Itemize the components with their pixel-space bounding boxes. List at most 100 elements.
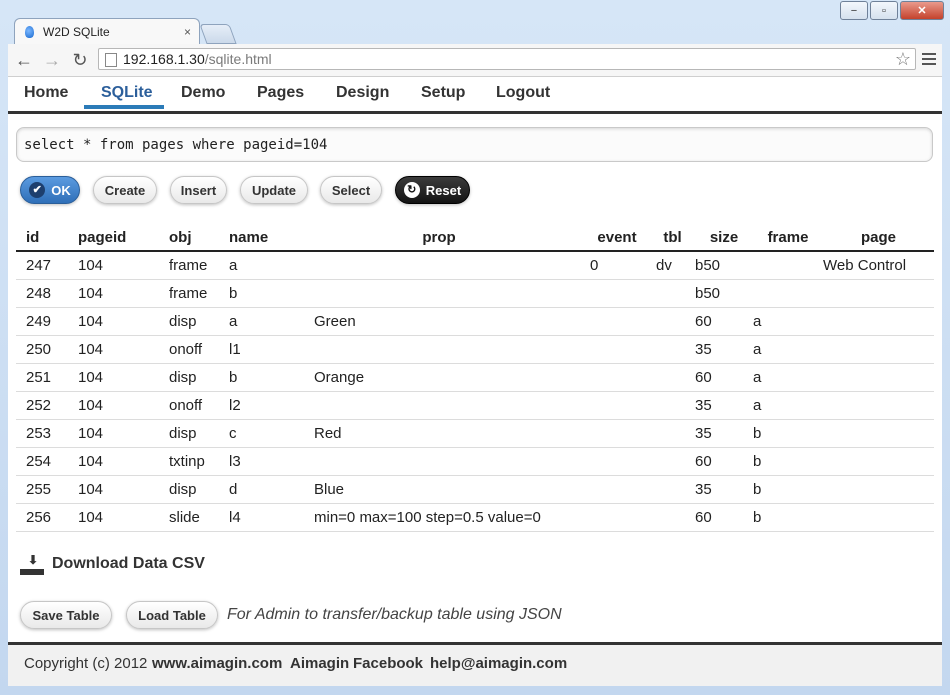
- col-header-event[interactable]: event: [584, 224, 650, 252]
- cell-event: [584, 335, 650, 364]
- cell-tbl: dv: [650, 251, 695, 280]
- create-button[interactable]: Create: [93, 176, 157, 204]
- cell-frame: a: [753, 363, 823, 392]
- col-header-pageid[interactable]: pageid: [78, 224, 156, 252]
- check-icon: ✔: [29, 182, 46, 198]
- tab-title: W2D SQLite: [43, 24, 110, 39]
- cell-name: c: [224, 419, 294, 448]
- cell-name: a: [224, 307, 294, 336]
- cell-tbl: [650, 279, 695, 308]
- cell-pageid: 104: [78, 279, 156, 308]
- cell-frame: a: [753, 307, 823, 336]
- maximize-button[interactable]: ▫: [870, 1, 898, 20]
- cell-frame: a: [753, 335, 823, 364]
- close-window-button[interactable]: ✕: [900, 1, 944, 20]
- cell-frame: b: [753, 475, 823, 504]
- table-row[interactable]: 249 104 disp a Green 60 a: [16, 307, 934, 336]
- refresh-icon: ↻: [403, 182, 420, 198]
- select-button[interactable]: Select: [320, 176, 382, 204]
- cell-prop: Blue: [294, 475, 584, 504]
- cell-id: 256: [16, 503, 78, 532]
- favicon-icon: [23, 25, 37, 39]
- table-row[interactable]: 247 104 frame a 0 dv b50 Web Control: [16, 251, 934, 280]
- sql-query-input[interactable]: select * from pages where pageid=104: [16, 127, 933, 162]
- nav-home[interactable]: Home: [24, 84, 68, 102]
- footer-site-link[interactable]: www.aimagin.com: [152, 655, 282, 672]
- cell-tbl: [650, 419, 695, 448]
- ok-button[interactable]: ✔ OK: [20, 176, 80, 204]
- cell-prop: [294, 447, 584, 476]
- cell-tbl: [650, 447, 695, 476]
- cell-id: 250: [16, 335, 78, 364]
- cell-id: 247: [16, 251, 78, 280]
- col-header-frame[interactable]: frame: [753, 224, 823, 252]
- col-header-prop[interactable]: prop: [294, 224, 584, 252]
- cell-tbl: [650, 363, 695, 392]
- forward-arrow-icon[interactable]: →: [42, 50, 62, 70]
- table-row[interactable]: 256 104 slide l4 min=0 max=100 step=0.5 valu…: [16, 503, 934, 532]
- minimize-button[interactable]: −: [840, 1, 868, 20]
- cell-size: b50: [695, 251, 753, 280]
- cell-page: [823, 279, 934, 308]
- col-header-name[interactable]: name: [224, 224, 294, 252]
- table-row[interactable]: 252 104 onoff l2 35 a: [16, 391, 934, 420]
- tab-close-icon[interactable]: ×: [184, 25, 191, 39]
- col-header-tbl[interactable]: tbl: [650, 224, 695, 252]
- insert-button[interactable]: Insert: [170, 176, 227, 204]
- cell-event: 0: [584, 251, 650, 280]
- nav-demo[interactable]: Demo: [181, 84, 225, 102]
- cell-size: 35: [695, 335, 753, 364]
- cell-size: 35: [695, 475, 753, 504]
- cell-page: [823, 503, 934, 532]
- cell-tbl: [650, 503, 695, 532]
- cell-size: 60: [695, 447, 753, 476]
- cell-tbl: [650, 335, 695, 364]
- cell-obj: disp: [156, 363, 224, 392]
- reset-button[interactable]: ↻ Reset: [395, 176, 470, 204]
- cell-size: 60: [695, 363, 753, 392]
- table-row[interactable]: 253 104 disp c Red 35 b: [16, 419, 934, 448]
- cell-frame: a: [753, 391, 823, 420]
- nav-logout[interactable]: Logout: [496, 84, 550, 102]
- cell-name: l4: [224, 503, 294, 532]
- browser-menu-icon[interactable]: [922, 50, 936, 68]
- col-header-id[interactable]: id: [16, 224, 78, 252]
- col-header-page[interactable]: page: [823, 224, 934, 252]
- table-row[interactable]: 248 104 frame b b50: [16, 279, 934, 308]
- load-table-button[interactable]: Load Table: [126, 601, 218, 629]
- cell-frame: [753, 279, 823, 308]
- footer-company[interactable]: Aimagin: [290, 655, 349, 672]
- cell-pageid: 104: [78, 363, 156, 392]
- update-button[interactable]: Update: [240, 176, 308, 204]
- cell-tbl: [650, 307, 695, 336]
- reload-icon[interactable]: ↻: [70, 50, 90, 70]
- cell-event: [584, 279, 650, 308]
- cell-event: [584, 391, 650, 420]
- download-csv-link[interactable]: ⬇ Download Data CSV: [20, 553, 205, 575]
- cell-prop: Orange: [294, 363, 584, 392]
- table-row[interactable]: 254 104 txtinp l3 60 b: [16, 447, 934, 476]
- bookmark-star-icon[interactable]: ☆: [895, 49, 911, 70]
- footer-copyright: Copyright (c) 2012: [24, 655, 148, 672]
- table-body: 247 104 frame a 0 dv b50 Web Control 248 104 frame…: [16, 251, 934, 532]
- footer-email-link[interactable]: help@aimagin.com: [430, 655, 567, 672]
- nav-sqlite[interactable]: SQLite: [101, 84, 153, 102]
- new-tab-button[interactable]: [199, 24, 237, 44]
- save-table-button[interactable]: Save Table: [20, 601, 112, 629]
- nav-setup[interactable]: Setup: [421, 84, 465, 102]
- nav-design[interactable]: Design: [336, 84, 389, 102]
- col-header-obj[interactable]: obj: [156, 224, 224, 252]
- address-bar[interactable]: 192.168.1.30/sqlite.html ☆: [98, 48, 916, 70]
- cell-name: a: [224, 251, 294, 280]
- cell-pageid: 104: [78, 307, 156, 336]
- footer-facebook-link[interactable]: Facebook: [353, 655, 423, 672]
- col-header-size[interactable]: size: [695, 224, 753, 252]
- nav-pages[interactable]: Pages: [257, 84, 304, 102]
- browser-tab[interactable]: W2D SQLite ×: [14, 18, 200, 44]
- cell-prop: min=0 max=100 step=0.5 value=0: [294, 503, 584, 532]
- table-row[interactable]: 250 104 onoff l1 35 a: [16, 335, 934, 364]
- back-arrow-icon[interactable]: ←: [14, 50, 34, 70]
- table-row[interactable]: 255 104 disp d Blue 35 b: [16, 475, 934, 504]
- table-row[interactable]: 251 104 disp b Orange 60 a: [16, 363, 934, 392]
- cell-id: 253: [16, 419, 78, 448]
